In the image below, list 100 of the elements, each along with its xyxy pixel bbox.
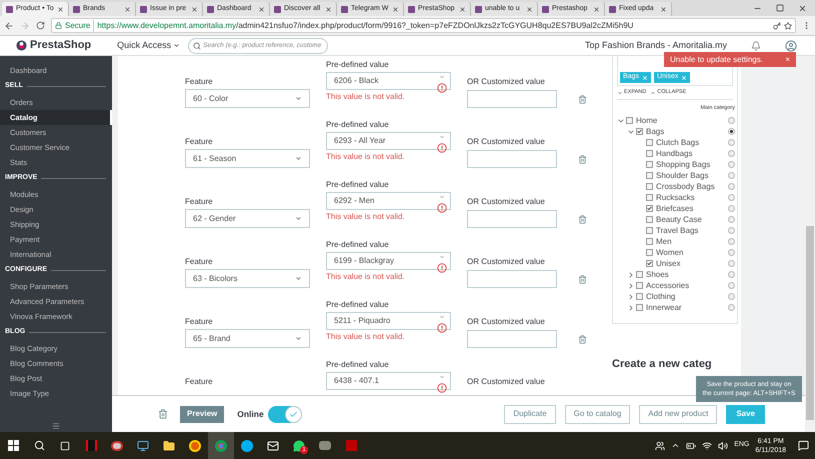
close-button[interactable]: × [785,54,790,66]
menu-icon[interactable] [52,422,60,430]
chevron-up-icon[interactable] [671,441,680,450]
checkbox[interactable] [646,161,653,168]
app-icon[interactable] [86,440,96,451]
trash-icon[interactable] [578,215,587,224]
close-icon[interactable] [191,6,198,12]
checkbox[interactable] [646,183,653,190]
close-icon[interactable] [459,6,466,12]
main-category-radio[interactable] [728,249,734,256]
action-button[interactable]: Go to catalog [564,404,630,424]
star-icon[interactable] [784,22,792,30]
predefined-value-field[interactable]: 6438 - 407.1 [326,372,451,390]
checkbox[interactable] [636,271,643,278]
wifi-icon[interactable] [702,440,712,450]
checkbox[interactable] [646,238,653,246]
feature-select[interactable]: 61 - Season [185,149,310,168]
browser-icon[interactable] [189,440,201,452]
checkbox[interactable] [636,128,643,136]
feature-select[interactable]: 65 - Brand [185,329,310,348]
checkbox[interactable] [646,260,653,268]
back-icon[interactable] [4,20,14,30]
reload-icon[interactable] [36,21,45,30]
folder-icon[interactable] [163,440,175,452]
chevron-right-icon[interactable] [627,282,635,290]
main-category-radio[interactable] [728,150,734,158]
main-category-radio[interactable] [728,128,734,136]
battery-icon[interactable] [686,440,696,450]
main-category-radio[interactable] [728,183,734,190]
checkbox[interactable] [646,194,653,202]
main-category-radio[interactable] [728,216,734,224]
checkbox[interactable] [646,150,653,158]
people-icon[interactable] [655,440,666,450]
remove-icon[interactable] [642,74,648,80]
main-category-radio[interactable] [728,282,734,290]
predefined-value-field[interactable]: 6292 - Men [326,192,451,210]
chat-bubble-icon[interactable] [293,440,305,452]
checkbox[interactable] [646,249,653,256]
action-button[interactable]: Add new product [639,404,718,424]
close-icon[interactable] [660,6,667,12]
feature-select[interactable]: 60 - Color [185,89,310,108]
main-category-radio[interactable] [728,172,734,180]
checkbox[interactable] [646,227,653,234]
customized-value-field[interactable] [467,270,557,288]
close-icon[interactable] [526,6,533,12]
checkbox[interactable] [636,304,643,312]
main-category-radio[interactable] [728,304,734,312]
shop-name[interactable]: Top Fashion Brands - Amoritalia.my [584,38,727,52]
main-category-radio[interactable] [728,205,734,212]
checkbox[interactable] [636,293,643,300]
close-icon[interactable] [57,6,64,12]
trash-icon[interactable] [578,335,587,344]
feature-select[interactable]: 62 - Gender [185,209,310,228]
online-toggle[interactable] [268,406,302,422]
main-category-radio[interactable] [728,260,734,268]
checkbox[interactable] [646,139,653,146]
customized-value-field[interactable] [467,90,557,108]
monitor-icon[interactable] [137,440,149,452]
main-category-radio[interactable] [728,117,734,124]
trash-icon[interactable] [578,275,587,284]
trash-icon[interactable] [578,155,587,164]
task-view-icon[interactable] [60,440,70,450]
close-icon[interactable] [124,6,131,12]
chevron-right-icon[interactable] [627,304,635,312]
search-icon[interactable] [34,440,44,451]
predefined-value-field[interactable]: 6206 - Black [326,72,451,90]
checkbox[interactable] [646,172,653,180]
main-category-radio[interactable] [728,227,734,234]
main-category-radio[interactable] [728,161,734,168]
avatar-icon[interactable] [785,40,797,52]
trash-icon[interactable] [578,95,587,104]
windows-logo-icon[interactable] [8,440,18,451]
key-icon[interactable] [773,22,781,30]
chevron-right-icon[interactable] [627,292,635,301]
customized-value-field[interactable] [467,150,557,168]
customized-value-field[interactable] [467,330,557,348]
main-category-radio[interactable] [728,271,734,278]
trash-icon[interactable] [158,409,168,419]
close-icon[interactable] [593,6,600,12]
close-icon[interactable] [798,4,807,12]
app-icon[interactable] [346,440,356,451]
predefined-value-field[interactable]: 6293 - All Year [326,132,451,150]
checkbox[interactable] [626,117,633,124]
predefined-value-field[interactable]: 6199 - Blackgray [326,252,451,270]
chevron-right-icon[interactable] [627,270,635,279]
close-icon[interactable] [258,6,265,12]
predefined-value-field[interactable]: 5211 - Piquadro [326,312,451,330]
address-field[interactable]: Secure https://www.developemnt.amoritalia.my/admin421nsfuo7/index.php/product/form/9916?_token=p7eFZDOnlJkzs2zTcGYGUH8qu2ES7BU9al2cZMi5h9U [51,18,796,33]
feature-select[interactable]: 63 - Bicolors [185,269,310,288]
main-category-radio[interactable] [728,293,734,300]
scrollbar[interactable] [805,56,815,432]
maximize-icon[interactable] [776,4,784,12]
action-button[interactable]: Duplicate [504,404,556,424]
close-icon[interactable] [392,6,399,12]
volume-icon[interactable] [718,440,728,450]
preview-button[interactable]: Preview [180,406,224,422]
checkbox[interactable] [646,205,653,212]
remove-icon[interactable] [681,74,688,80]
notification-icon[interactable] [798,440,809,451]
envelope-icon[interactable] [267,440,279,452]
